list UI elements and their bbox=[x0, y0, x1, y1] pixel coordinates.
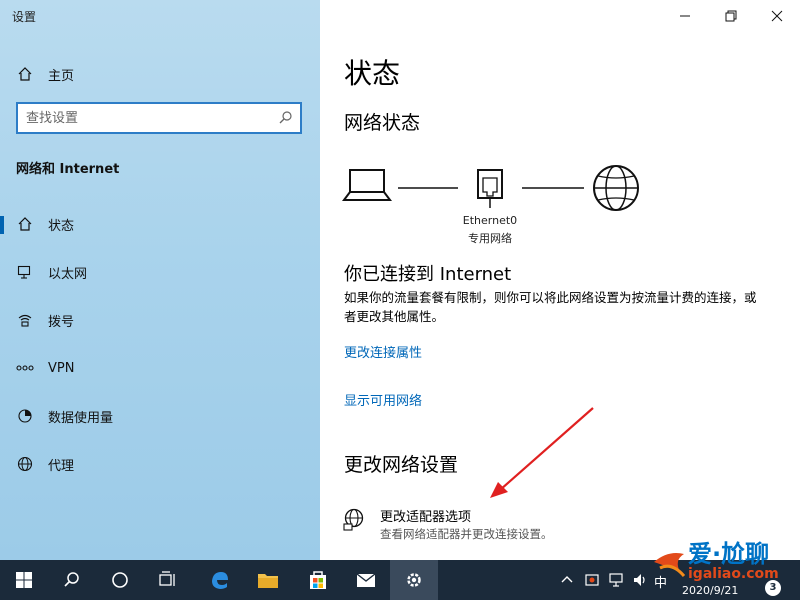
store-icon bbox=[310, 571, 326, 589]
network-diagram bbox=[342, 165, 639, 211]
search-box[interactable] bbox=[16, 102, 302, 134]
sidebar-item-proxy[interactable]: 代理 bbox=[0, 444, 320, 484]
sidebar-item-label: 以太网 bbox=[48, 266, 88, 282]
network-tray-icon[interactable] bbox=[608, 572, 624, 592]
adapter-globe-icon bbox=[342, 508, 366, 536]
change-connection-properties-link[interactable]: 更改连接属性 bbox=[344, 342, 422, 361]
settings-button[interactable] bbox=[390, 560, 438, 600]
edge-icon bbox=[212, 572, 228, 589]
search-icon bbox=[64, 572, 79, 587]
sidebar-item-label: 拨号 bbox=[48, 314, 75, 330]
mail-button[interactable] bbox=[342, 560, 390, 600]
ethernet-port-icon bbox=[477, 169, 503, 208]
dialup-icon bbox=[16, 311, 34, 329]
change-network-settings-heading: 更改网络设置 bbox=[344, 454, 459, 476]
edge-button[interactable] bbox=[196, 560, 244, 600]
adapter-option-title[interactable]: 更改适配器选项 bbox=[380, 506, 471, 525]
ethernet-icon bbox=[16, 263, 34, 281]
connected-heading: 你已连接到 Internet bbox=[344, 264, 512, 285]
watermark-title: 爱·尬聊 bbox=[688, 540, 770, 568]
sidebar-item-label: 主页 bbox=[48, 68, 75, 84]
chevron-up-icon[interactable] bbox=[560, 572, 574, 591]
sidebar-item-dialup[interactable]: 拨号 bbox=[0, 300, 320, 340]
start-button[interactable] bbox=[0, 560, 48, 600]
sidebar-item-label: 数据使用量 bbox=[48, 410, 114, 426]
watermark-url: igaliao.com bbox=[688, 566, 779, 582]
home-icon bbox=[16, 65, 34, 83]
file-explorer-button[interactable] bbox=[244, 560, 292, 600]
close-button[interactable] bbox=[754, 0, 800, 32]
category-title: 网络和 Internet bbox=[16, 162, 120, 177]
globe-icon bbox=[16, 455, 34, 473]
taskbar-search-button[interactable] bbox=[48, 560, 96, 600]
adapter-option-description: 查看网络适配器并更改连接设置。 bbox=[380, 527, 553, 541]
content-pane: 状态 网络状态 Ethernet0 专用网络 你已连接到 Internet 如果… bbox=[320, 0, 800, 560]
cortana-icon bbox=[112, 572, 128, 588]
internet-globe-icon bbox=[593, 165, 639, 211]
adapter-name: Ethernet0 bbox=[462, 214, 518, 227]
sidebar-item-ethernet[interactable]: 以太网 bbox=[0, 252, 320, 292]
volume-icon[interactable] bbox=[632, 572, 648, 592]
sidebar-item-label: 状态 bbox=[48, 218, 75, 234]
connected-description: 如果你的流量套餐有限制，则你可以将此网络设置为按流量计费的连接，或者更改其他属性… bbox=[344, 290, 757, 324]
sidebar-item-data-usage[interactable]: 数据使用量 bbox=[0, 396, 320, 436]
network-type: 专用网络 bbox=[468, 232, 512, 245]
home-status-icon bbox=[16, 215, 34, 233]
gear-icon bbox=[407, 573, 421, 587]
mail-icon bbox=[356, 573, 376, 587]
laptop-icon bbox=[342, 169, 392, 201]
notification-badge[interactable]: 3 bbox=[765, 580, 781, 596]
cortana-button[interactable] bbox=[96, 560, 144, 600]
sidebar-item-status[interactable]: 状态 bbox=[0, 204, 320, 244]
page-title: 状态 bbox=[344, 57, 401, 90]
minimize-button[interactable] bbox=[662, 0, 708, 32]
sidebar-item-label: VPN bbox=[48, 360, 75, 376]
task-view-button[interactable] bbox=[144, 560, 192, 600]
app-title: 设置 bbox=[12, 10, 37, 24]
store-button[interactable] bbox=[294, 560, 342, 600]
show-available-networks-link[interactable]: 显示可用网络 bbox=[344, 390, 422, 409]
search-icon[interactable] bbox=[278, 110, 294, 130]
sidebar-item-label: 代理 bbox=[48, 458, 75, 474]
sidebar-item-vpn[interactable]: VPN bbox=[0, 348, 320, 388]
data-usage-icon bbox=[16, 407, 34, 425]
network-status-heading: 网络状态 bbox=[344, 112, 421, 134]
clock-date[interactable]: 2020/9/21 bbox=[682, 584, 738, 597]
task-view-icon bbox=[159, 571, 175, 586]
vpn-icon bbox=[16, 359, 34, 377]
restore-button[interactable] bbox=[708, 0, 754, 32]
security-icon[interactable] bbox=[584, 572, 600, 592]
search-input[interactable] bbox=[26, 109, 266, 127]
windows-logo-icon bbox=[16, 572, 32, 588]
sidebar: 设置 主页 网络和 Internet 状态 以太网 拨号 VP bbox=[0, 0, 320, 560]
folder-icon bbox=[258, 574, 278, 588]
sidebar-item-home[interactable]: 主页 bbox=[0, 54, 320, 94]
